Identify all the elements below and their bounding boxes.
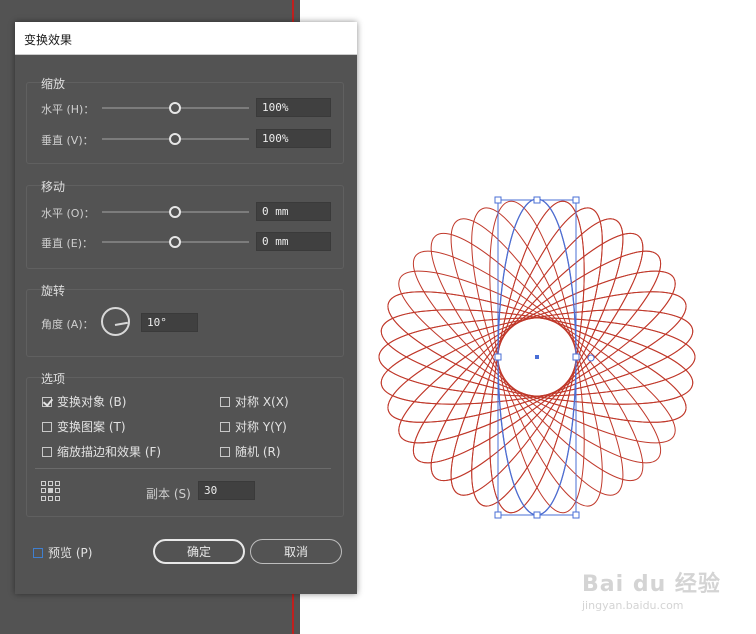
reflect-y-checkbox[interactable]: 对称 Y(Y) — [220, 418, 287, 435]
checkbox-checked-icon — [42, 396, 52, 407]
random-label: 随机 (R) — [235, 445, 281, 459]
checkbox-unchecked-icon — [42, 421, 52, 432]
reference-point-cell[interactable] — [55, 481, 60, 486]
angle-label: 角度 (A)： — [41, 318, 94, 331]
reference-point-cell[interactable] — [41, 495, 46, 501]
angle-dial-hand — [114, 321, 128, 326]
move-horizontal-slider-knob[interactable] — [169, 206, 181, 218]
preview-label: 预览 (P) — [48, 546, 93, 560]
reference-point-cell-selected[interactable] — [48, 488, 53, 494]
reference-point-cell[interactable] — [41, 488, 46, 494]
dialog-titlebar[interactable]: 变换效果 — [15, 22, 357, 55]
reflect-x-checkbox[interactable]: 对称 X(X) — [220, 393, 289, 410]
selection-handle[interactable] — [494, 196, 502, 204]
preview-checkbox[interactable]: 预览 (P) — [33, 544, 92, 561]
transform-patterns-label: 变换图案 (T) — [57, 420, 126, 434]
selection-handle[interactable] — [494, 511, 502, 519]
cancel-button[interactable]: 取消 — [250, 539, 342, 564]
reference-point-cell[interactable] — [55, 488, 60, 494]
scale-vertical-label: 垂直 (V)： — [41, 134, 94, 147]
selection-handle[interactable] — [533, 511, 541, 519]
angle-input[interactable]: 10° — [141, 313, 198, 332]
scale-vertical-slider-knob[interactable] — [169, 133, 181, 145]
reference-point-cell[interactable] — [48, 495, 53, 501]
checkbox-unchecked-icon — [220, 421, 230, 432]
checkbox-unchecked-icon — [220, 446, 230, 457]
selection-handle[interactable] — [494, 353, 502, 361]
move-vertical-label: 垂直 (E)： — [41, 237, 94, 250]
checkbox-unchecked-icon — [33, 547, 43, 558]
scale-strokes-effects-label: 缩放描边和效果 (F) — [57, 445, 162, 459]
dialog-title: 变换效果 — [24, 33, 73, 47]
copies-input[interactable]: 30 — [198, 481, 255, 500]
baidu-watermark-logo: Bai du 经验 — [582, 572, 721, 597]
reflect-x-label: 对称 X(X) — [235, 395, 289, 409]
scale-horizontal-label: 水平 (H)： — [41, 103, 95, 116]
selection-handle[interactable] — [572, 196, 580, 204]
move-vertical-input[interactable]: 0 mm — [256, 232, 331, 251]
scale-strokes-effects-checkbox[interactable]: 缩放描边和效果 (F) — [42, 443, 161, 460]
rotate-group-title: 旋转 — [41, 284, 66, 298]
random-checkbox[interactable]: 随机 (R) — [220, 443, 281, 460]
move-horizontal-input[interactable]: 0 mm — [256, 202, 331, 221]
rotation-pivot-handle[interactable] — [587, 354, 595, 362]
transform-objects-label: 变换对象 (B) — [57, 395, 127, 409]
selection-handle[interactable] — [572, 511, 580, 519]
reference-point-cell[interactable] — [41, 481, 46, 486]
move-group-title: 移动 — [41, 180, 66, 194]
options-group-title: 选项 — [41, 372, 66, 386]
scale-vertical-input[interactable]: 100% — [256, 129, 331, 148]
angle-dial[interactable] — [101, 307, 130, 336]
spirograph-artwork[interactable] — [300, 0, 756, 634]
move-group — [26, 185, 344, 269]
move-vertical-slider-knob[interactable] — [169, 236, 181, 248]
checkbox-unchecked-icon — [220, 396, 230, 407]
transform-objects-checkbox[interactable]: 变换对象 (B) — [42, 393, 126, 410]
scale-group-title: 缩放 — [41, 77, 66, 91]
reference-point-cell[interactable] — [55, 495, 60, 501]
baidu-watermark: Bai du 经验 jingyan.baidu.com — [582, 566, 721, 612]
transform-patterns-checkbox[interactable]: 变换图案 (T) — [42, 418, 126, 435]
selection-handle[interactable] — [572, 353, 580, 361]
scale-horizontal-input[interactable]: 100% — [256, 98, 331, 117]
move-horizontal-label: 水平 (O)： — [41, 207, 95, 220]
center-point-marker — [535, 355, 539, 359]
scale-horizontal-slider-knob[interactable] — [169, 102, 181, 114]
checkbox-unchecked-icon — [42, 446, 52, 457]
copies-label: 副本 (S) — [146, 487, 191, 501]
selection-handle[interactable] — [533, 196, 541, 204]
options-divider — [35, 468, 331, 469]
reflect-y-label: 对称 Y(Y) — [235, 420, 287, 434]
ok-button[interactable]: 确定 — [153, 539, 245, 564]
reference-point-cell[interactable] — [48, 481, 53, 486]
transform-effect-dialog: 变换效果 缩放 水平 (H)： 100% 垂直 (V)： 100% 移动 水平 … — [15, 22, 357, 594]
reference-point-icon[interactable] — [41, 481, 61, 501]
baidu-watermark-url: jingyan.baidu.com — [582, 599, 684, 612]
scale-group — [26, 82, 344, 164]
